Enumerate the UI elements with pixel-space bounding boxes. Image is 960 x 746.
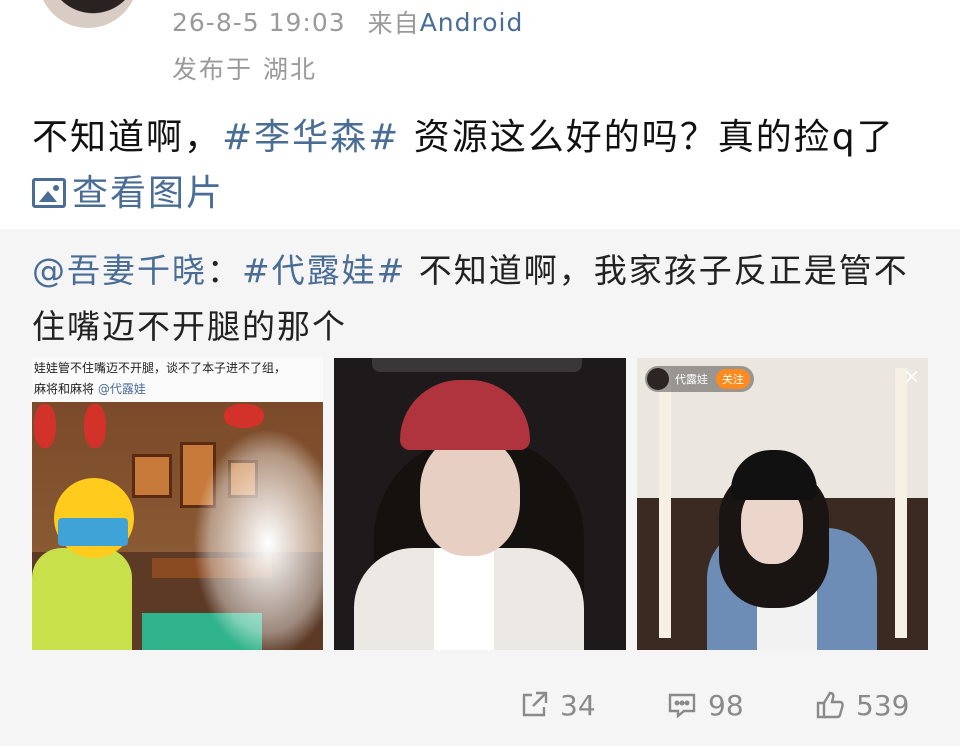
cap-shape (400, 380, 530, 450)
post-source[interactable]: Android (420, 8, 524, 37)
photo-1-caption: 娃娃管不住嘴迈不开腿，谈不了本子进不了组， 麻将和麻将 @代露娃 (32, 358, 323, 402)
view-image-link[interactable]: 查看图片 (32, 173, 224, 214)
thumbs-up-icon (816, 691, 844, 719)
author-avatar[interactable] (38, 0, 138, 28)
post-body: 不知道啊，#李华森# 资源这么好的吗？真的捡q了 查看图片 (32, 110, 932, 222)
comment-button[interactable]: 98 (666, 689, 744, 722)
wall-frame (132, 454, 172, 498)
repost-button[interactable]: 34 (518, 689, 596, 722)
repost-mention-link[interactable]: @吾妻千晓 (32, 251, 207, 290)
post-meta: 26-8-5 19:03 来自 Android (172, 2, 523, 42)
caption-line-2-prefix: 麻将和麻将 (34, 382, 95, 396)
photo-2[interactable] (334, 358, 626, 650)
repost-body: @吾妻千晓：#代露娃# 不知道啊，我家孩子反正是管不住嘴迈不开腿的那个 (32, 243, 932, 355)
post-timestamp: 26-8-5 19:03 (172, 7, 346, 37)
post-hashtag-link[interactable]: #李华森# (222, 117, 400, 158)
photo-2-overlay-bar (372, 358, 582, 372)
like-count: 539 (856, 688, 910, 722)
photo-3[interactable]: 代露娃 关注 × (637, 358, 928, 650)
comment-icon (668, 693, 696, 719)
caption-mention: @代露娃 (97, 382, 146, 396)
light-column (895, 368, 907, 638)
share-icon (522, 691, 548, 717)
lantern-shape (224, 404, 264, 428)
emoji-reading-book-icon (54, 478, 134, 558)
photo-grid: 娃娃管不住嘴迈不开腿，谈不了本子进不了组， 麻将和麻将 @代露娃 代露娃 关注 … (32, 358, 928, 650)
caption-line-2: 麻将和麻将 @代露娃 (34, 379, 323, 400)
lantern-shape (34, 404, 56, 448)
post-location: 发布于 湖北 (172, 55, 317, 84)
like-button[interactable]: 539 (814, 689, 909, 722)
live-user-avatar (647, 368, 669, 390)
comment-count: 98 (708, 688, 744, 722)
post-text-after: 资源这么好的吗？真的捡q了 (400, 117, 895, 158)
lantern-shape (84, 404, 106, 448)
post-text-before: 不知道啊， (32, 117, 223, 158)
live-user-badge[interactable]: 代露娃 关注 (645, 366, 754, 392)
photo-1[interactable]: 娃娃管不住嘴迈不开腿，谈不了本子进不了组， 麻将和麻将 @代露娃 (32, 358, 323, 650)
repost-hashtag-link[interactable]: #代露娃# (242, 251, 406, 290)
face-shape (420, 436, 520, 556)
light-column (659, 368, 671, 638)
follow-button[interactable]: 关注 (716, 369, 750, 389)
reposted-content[interactable]: @吾妻千晓：#代露娃# 不知道啊，我家孩子反正是管不住嘴迈不开腿的那个 娃娃管不… (0, 229, 960, 746)
close-icon[interactable]: × (903, 366, 920, 386)
live-user-name: 代露娃 (675, 373, 708, 386)
repost-separator: ： (207, 251, 242, 290)
repost-count: 34 (560, 688, 596, 722)
image-icon (32, 178, 66, 208)
caption-line-1: 娃娃管不住嘴迈不开腿，谈不了本子进不了组， (34, 361, 287, 375)
person-figure (32, 548, 132, 650)
view-image-label: 查看图片 (72, 173, 225, 214)
shirt-shape (434, 548, 494, 650)
source-prefix: 来自 (367, 9, 420, 38)
